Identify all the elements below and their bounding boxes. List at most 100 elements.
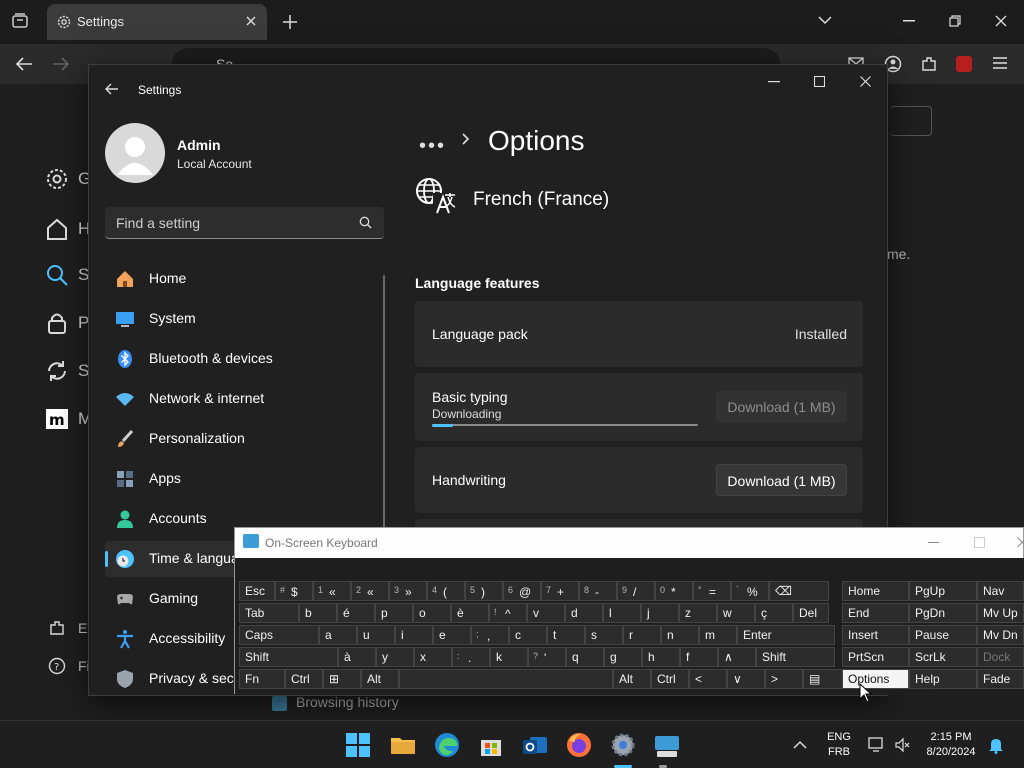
back-icon[interactable]: [15, 56, 33, 72]
osk-key[interactable]: ∨: [727, 669, 765, 689]
osk-key[interactable]: l: [603, 603, 641, 623]
osk-key-mv-up[interactable]: Mv Up: [977, 603, 1024, 623]
osk-key[interactable]: o: [413, 603, 451, 623]
bg-extensions-icon[interactable]: [48, 619, 66, 637]
firefox-icon[interactable]: [565, 731, 593, 759]
store-icon[interactable]: [477, 731, 505, 759]
osk-key[interactable]: <: [689, 669, 727, 689]
osk-key[interactable]: a: [319, 625, 357, 645]
bg-nav-search-icon[interactable]: [44, 262, 72, 290]
osk-key[interactable]: e: [433, 625, 471, 645]
osk-key-pause[interactable]: Pause: [909, 625, 977, 645]
osk-key[interactable]: ⌫: [769, 581, 829, 601]
bg-nav-gear-icon[interactable]: [44, 166, 72, 194]
osk-key[interactable]: ? ': [528, 647, 566, 667]
osk-key[interactable]: k: [490, 647, 528, 667]
settings-back-icon[interactable]: [105, 83, 119, 95]
osk-key[interactable]: Tab: [239, 603, 299, 623]
osk-key[interactable]: Shift: [239, 647, 338, 667]
osk-maximize-icon[interactable]: [974, 537, 985, 548]
osk-key-options[interactable]: Options: [842, 669, 909, 689]
extensions-icon[interactable]: [920, 55, 938, 73]
osk-key[interactable]: 4(: [427, 581, 465, 601]
osk-key[interactable]: è: [451, 603, 489, 623]
osk-key[interactable]: Alt: [613, 669, 651, 689]
osk-close-icon[interactable]: [1017, 537, 1024, 548]
osk-key-end[interactable]: End: [842, 603, 909, 623]
edge-icon[interactable]: [433, 731, 461, 759]
osk-key[interactable]: à: [338, 647, 376, 667]
osk-key[interactable]: 8-: [579, 581, 617, 601]
sidebar-item-home[interactable]: Home: [105, 261, 375, 297]
osk-key[interactable]: b: [299, 603, 337, 623]
input-language-indicator[interactable]: ENG FRB: [820, 730, 858, 760]
osk-key[interactable]: f: [680, 647, 718, 667]
osk-key[interactable]: `%: [731, 581, 769, 601]
osk-key[interactable]: 5): [465, 581, 503, 601]
settings-app-icon[interactable]: [609, 731, 637, 759]
start-icon[interactable]: [344, 731, 372, 759]
osk-key[interactable]: x: [414, 647, 452, 667]
osk-key-help[interactable]: Help: [909, 669, 977, 689]
osk-key[interactable]: 7 +: [541, 581, 579, 601]
osk-key-home[interactable]: Home: [842, 581, 909, 601]
outlook-icon[interactable]: [521, 731, 549, 759]
osk-key[interactable]: w: [717, 603, 755, 623]
settings-search-input[interactable]: Find a setting: [105, 207, 384, 239]
osk-key[interactable]: ∧: [718, 647, 756, 667]
osk-taskbar-icon[interactable]: [653, 731, 681, 759]
osk-key[interactable]: [399, 669, 613, 689]
osk-key-scrlk[interactable]: ScrLk: [909, 647, 977, 667]
osk-key[interactable]: Alt: [361, 669, 399, 689]
ublock-icon[interactable]: [956, 56, 972, 72]
settings-close-icon[interactable]: [860, 76, 871, 87]
osk-key[interactable]: i: [395, 625, 433, 645]
osk-key[interactable]: Shift: [756, 647, 835, 667]
osk-key[interactable]: 1 «: [313, 581, 351, 601]
osk-key[interactable]: u: [357, 625, 395, 645]
avatar[interactable]: [105, 123, 165, 183]
forward-icon[interactable]: [52, 56, 70, 72]
osk-key[interactable]: # $: [275, 581, 313, 601]
osk-key[interactable]: ;,: [471, 625, 509, 645]
sidebar-item-bluetooth-devices[interactable]: Bluetooth & devices: [105, 341, 375, 377]
osk-key[interactable]: Enter: [737, 625, 835, 645]
browser-close-icon[interactable]: [995, 15, 1007, 27]
osk-key[interactable]: :.: [452, 647, 490, 667]
osk-key-prtscn[interactable]: PrtScn: [842, 647, 909, 667]
browser-restore-icon[interactable]: [949, 15, 961, 27]
osk-key[interactable]: >: [765, 669, 803, 689]
osk-key[interactable]: r: [623, 625, 661, 645]
tab-search-chevron-icon[interactable]: [818, 15, 832, 25]
bg-help-icon[interactable]: ?: [48, 657, 66, 675]
bg-nav-sync-icon[interactable]: [44, 358, 72, 386]
osk-key[interactable]: v: [527, 603, 565, 623]
basic-typing-download-button[interactable]: Download (1 MB): [716, 391, 847, 423]
tray-chevron-up-icon[interactable]: [793, 740, 807, 749]
osk-key[interactable]: p: [375, 603, 413, 623]
tab-actions-icon[interactable]: [11, 12, 29, 30]
osk-key-insert[interactable]: Insert: [842, 625, 909, 645]
osk-key[interactable]: c: [509, 625, 547, 645]
browser-minimize-icon[interactable]: [903, 20, 915, 22]
osk-key-fade[interactable]: Fade: [977, 669, 1024, 689]
osk-key[interactable]: 6 @: [503, 581, 541, 601]
breadcrumb-overflow[interactable]: •••: [419, 135, 446, 158]
bg-nav-home-icon[interactable]: [44, 216, 72, 244]
sidebar-item-network-internet[interactable]: Network & internet: [105, 381, 375, 417]
file-explorer-icon[interactable]: [389, 731, 417, 759]
osk-key[interactable]: h: [642, 647, 680, 667]
sidebar-item-personalization[interactable]: Personalization: [105, 421, 375, 457]
osk-key-nav[interactable]: Nav: [977, 581, 1024, 601]
menu-icon[interactable]: [992, 56, 1008, 70]
settings-minimize-icon[interactable]: [768, 81, 780, 83]
osk-key[interactable]: Caps: [239, 625, 319, 645]
osk-key[interactable]: m: [699, 625, 737, 645]
bg-nav-m-logo-icon[interactable]: m: [44, 406, 72, 434]
new-tab-icon[interactable]: [282, 14, 298, 30]
osk-key-dock[interactable]: Dock: [977, 647, 1024, 667]
search-icon[interactable]: [359, 216, 372, 229]
osk-key[interactable]: q: [566, 647, 604, 667]
osk-key[interactable]: s: [585, 625, 623, 645]
osk-key[interactable]: ⊞: [323, 669, 361, 689]
